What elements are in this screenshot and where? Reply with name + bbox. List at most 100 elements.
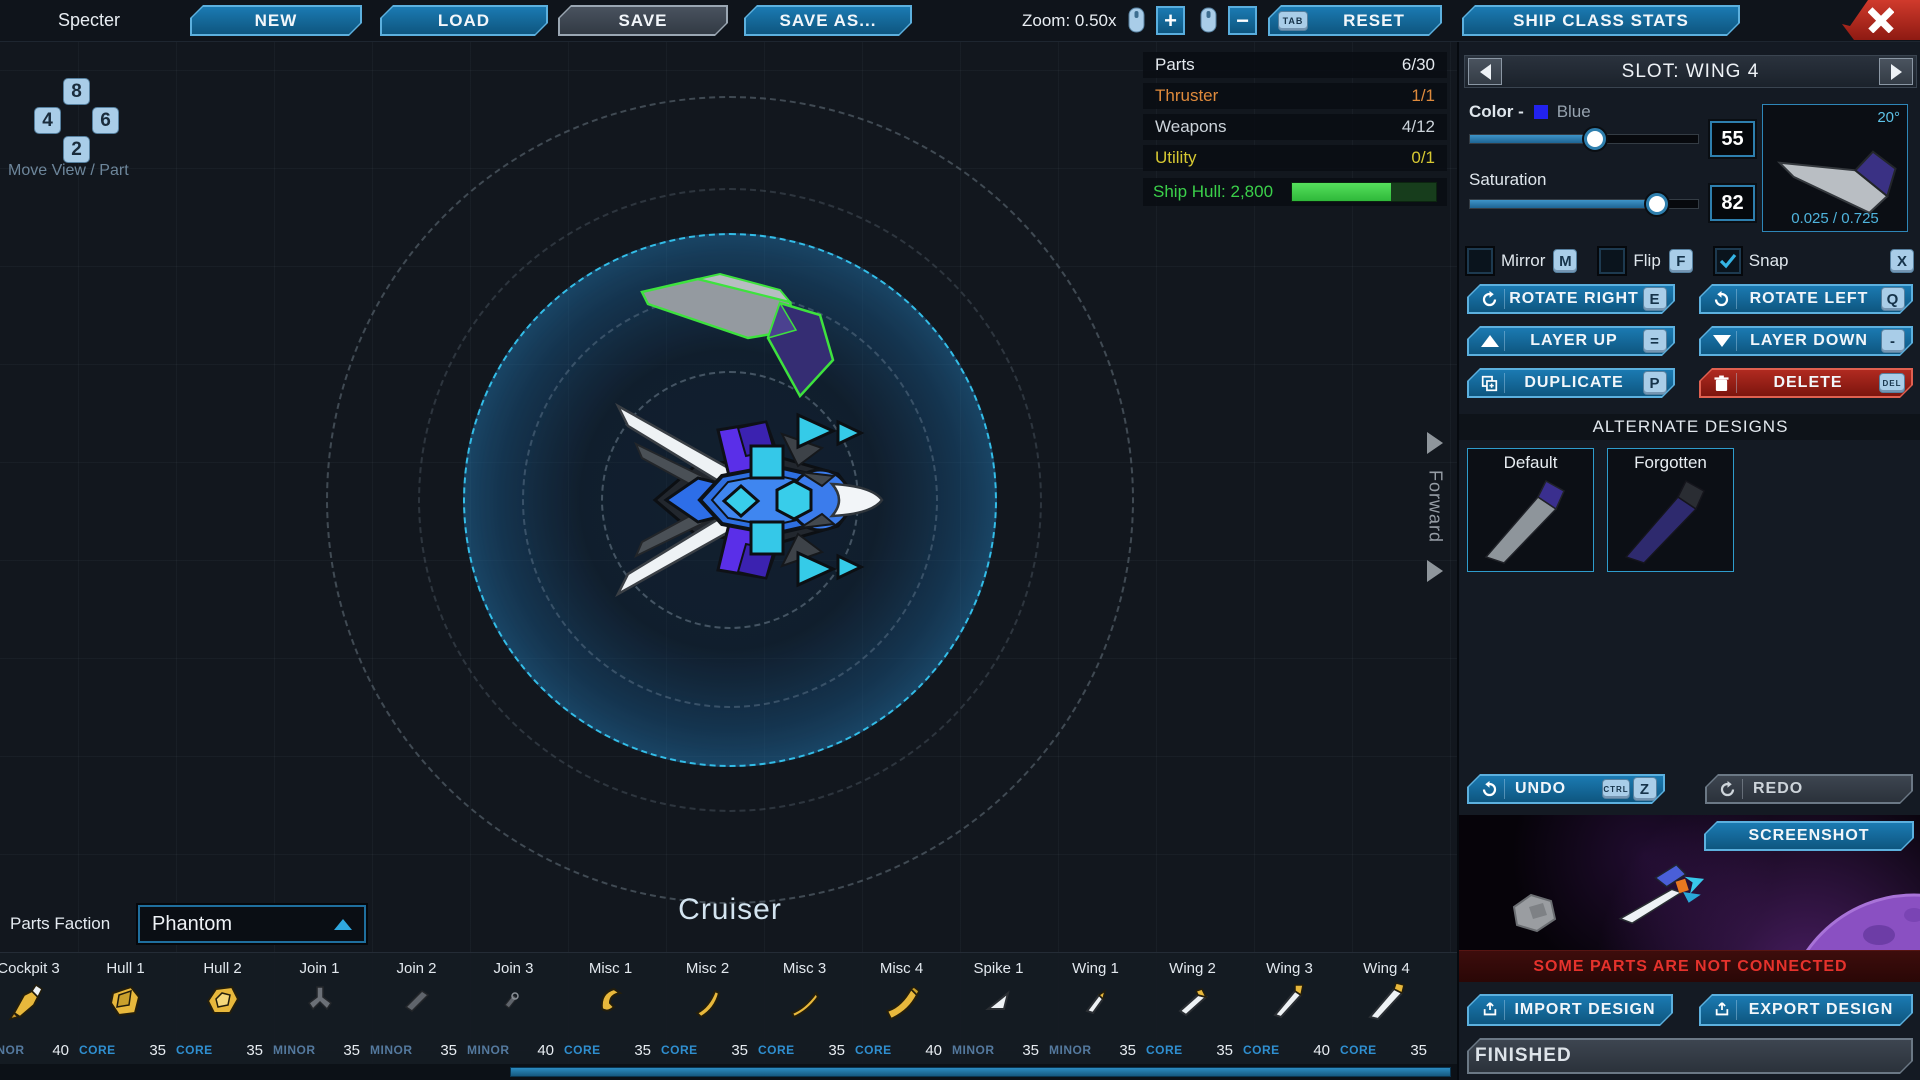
part-type: CORE: [661, 1043, 698, 1057]
wing3-icon: [1269, 981, 1309, 1021]
color-value[interactable]: 55: [1710, 121, 1755, 157]
prev-slot-button[interactable]: [1468, 58, 1502, 85]
part-cost: 40: [1313, 1042, 1330, 1059]
left-arrow-icon: [1480, 64, 1491, 80]
snap-checkbox[interactable]: [1715, 248, 1741, 274]
part-tile[interactable]: Wing 4 CORE 35: [1338, 953, 1435, 1064]
redo-button[interactable]: REDO: [1705, 774, 1913, 804]
part-tile[interactable]: Join 1 MINOR 35: [271, 953, 368, 1064]
duplicate-button[interactable]: DUPLICATE P: [1467, 368, 1675, 398]
load-button[interactable]: LOAD: [380, 5, 548, 36]
del-key-icon: DEL: [1879, 373, 1905, 393]
parts-scrollbar-thumb[interactable]: [510, 1067, 1451, 1077]
join2-icon: [396, 981, 436, 1021]
part-cost: 35: [149, 1042, 166, 1059]
wing4-icon: [1366, 981, 1406, 1021]
zoom-in-button[interactable]: +: [1156, 6, 1185, 35]
part-name: Cockpit 3: [0, 960, 77, 977]
mirror-label: Mirror: [1501, 251, 1545, 271]
move-right-key-icon: 6: [92, 107, 119, 134]
part-type: CORE: [855, 1043, 892, 1057]
mirror-checkbox[interactable]: [1467, 248, 1493, 274]
warning-banner: SOME PARTS ARE NOT CONNECTED: [1459, 950, 1920, 982]
part-tile[interactable]: Spike 1 MINOR 35: [950, 953, 1047, 1064]
ship-editor: Specter NEW LOAD SAVE SAVE AS... Zoom: 0…: [0, 0, 1920, 1080]
layer-down-button[interactable]: LAYER DOWN -: [1699, 326, 1913, 356]
part-tile[interactable]: Hull 2 CORE 35: [174, 953, 271, 1064]
close-icon: [1868, 7, 1894, 33]
save-button[interactable]: SAVE: [558, 5, 728, 36]
part-name: Wing 4: [1338, 960, 1435, 977]
part-tile[interactable]: Misc 2 CORE 35: [659, 953, 756, 1064]
part-name: Join 2: [368, 960, 465, 977]
part-tile[interactable]: Misc 3 CORE 35: [756, 953, 853, 1064]
redo-icon: [1713, 779, 1743, 799]
part-tile[interactable]: Hull 1 CORE 35: [77, 953, 174, 1064]
part-tile[interactable]: Cockpit 3 MINOR 40: [0, 953, 77, 1064]
finished-button[interactable]: FINISHED: [1467, 1038, 1913, 1074]
color-slider[interactable]: [1469, 134, 1699, 144]
selected-part-wing4[interactable]: [630, 270, 845, 405]
saturation-slider[interactable]: [1469, 199, 1699, 209]
part-cost: 35: [1022, 1042, 1039, 1059]
misc2-icon: [687, 981, 727, 1021]
hull-icon: [105, 981, 145, 1021]
new-button[interactable]: NEW: [190, 5, 362, 36]
part-cost: 35: [1410, 1042, 1427, 1059]
zoom-out-button[interactable]: −: [1228, 6, 1257, 35]
part-tile[interactable]: Wing 3 CORE 40: [1241, 953, 1338, 1064]
ship-class-stats-button[interactable]: SHIP CLASS STATS: [1462, 5, 1740, 36]
parts-scrollbar-track[interactable]: [0, 1064, 1457, 1080]
forward-indicator: Forward: [1418, 432, 1452, 582]
saturation-value[interactable]: 82: [1710, 185, 1755, 221]
next-slot-button[interactable]: [1879, 58, 1913, 85]
part-tile[interactable]: Misc 1 CORE 35: [562, 953, 659, 1064]
rotate-right-button[interactable]: ROTATE RIGHT E: [1467, 284, 1675, 314]
flip-key-icon: F: [1669, 249, 1693, 273]
import-design-button[interactable]: IMPORT DESIGN: [1467, 994, 1673, 1026]
rotate-left-button[interactable]: ROTATE LEFT Q: [1699, 284, 1913, 314]
part-tile[interactable]: Wing 2 CORE 35: [1144, 953, 1241, 1064]
move-down-key-icon: 2: [63, 136, 90, 163]
slot-panel: SLOT: WING 4 Color - Blue 55 Saturation …: [1457, 42, 1920, 1080]
part-tile[interactable]: Misc 4 CORE 40: [853, 953, 950, 1064]
flip-checkbox[interactable]: [1599, 248, 1625, 274]
part-type: CORE: [1146, 1043, 1183, 1057]
wing1-icon: [1075, 981, 1115, 1021]
forward-arrow-icon: [1427, 432, 1443, 454]
export-design-button[interactable]: EXPORT DESIGN: [1699, 994, 1913, 1026]
part-type: MINOR: [0, 1043, 25, 1057]
parts-faction-dropdown[interactable]: Phantom: [138, 905, 366, 943]
screenshot-button[interactable]: SCREENSHOT: [1704, 821, 1914, 851]
ship-design[interactable]: [570, 380, 900, 620]
undo-button[interactable]: UNDO CTRL Z: [1467, 774, 1665, 804]
flip-label: Flip: [1633, 251, 1660, 271]
part-tile[interactable]: Join 3 MINOR 40: [465, 953, 562, 1064]
alternate-designs-header: ALTERNATE DESIGNS: [1459, 414, 1920, 440]
delete-button[interactable]: DELETE DEL: [1699, 368, 1913, 398]
cockpit-icon: [8, 981, 48, 1021]
part-cost: 35: [634, 1042, 651, 1059]
part-tile[interactable]: Wing 1 MINOR 35: [1047, 953, 1144, 1064]
p-key-icon: P: [1643, 371, 1667, 395]
parts-faction-label: Parts Faction: [10, 914, 110, 934]
part-name: Wing 2: [1144, 960, 1241, 977]
design-forgotten[interactable]: Forgotten: [1607, 448, 1734, 572]
color-slider-knob[interactable]: [1584, 128, 1606, 150]
part-cost: 35: [343, 1042, 360, 1059]
saturation-slider-knob[interactable]: [1646, 193, 1668, 215]
part-type: CORE: [1340, 1043, 1377, 1057]
save-as-button[interactable]: SAVE AS...: [744, 5, 912, 36]
close-button[interactable]: [1842, 0, 1920, 40]
move-view-part-label: Move View / Part: [8, 162, 129, 180]
part-tile[interactable]: Join 2 MINOR 35: [368, 953, 465, 1064]
part-preview: 20° 0.025 / 0.725: [1762, 104, 1908, 232]
equals-key-icon: =: [1643, 329, 1667, 353]
reset-button[interactable]: TAB RESET: [1268, 5, 1442, 36]
layer-up-button[interactable]: LAYER UP =: [1467, 326, 1675, 356]
stat-ship-hull: Ship Hull: 2,800: [1143, 178, 1447, 206]
ship-name: Specter: [58, 10, 120, 31]
design-default[interactable]: Default: [1467, 448, 1594, 572]
part-type: MINOR: [1049, 1043, 1092, 1057]
part-cost: 35: [828, 1042, 845, 1059]
